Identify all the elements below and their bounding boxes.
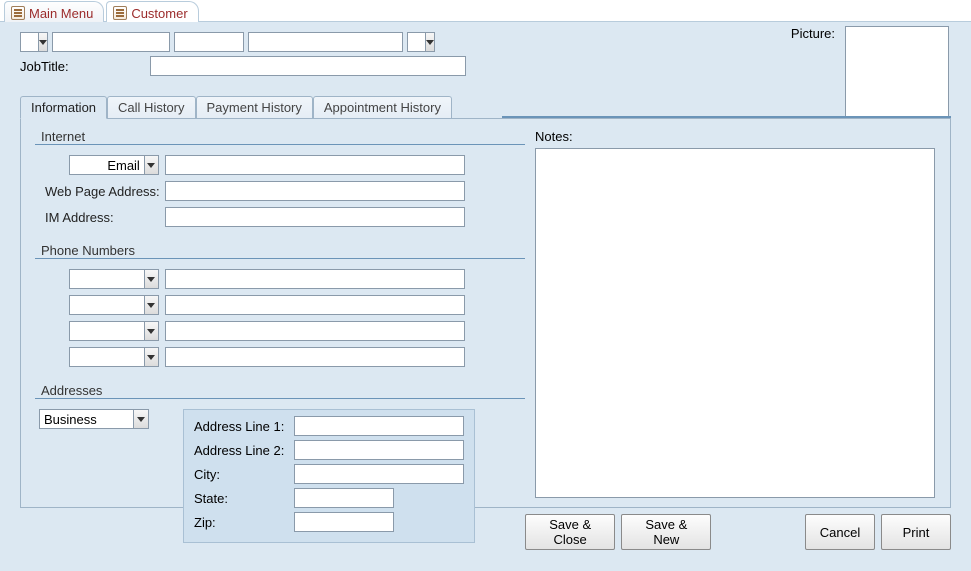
cancel-button[interactable]: Cancel [805, 514, 875, 550]
im-input[interactable] [165, 207, 465, 227]
inner-tabcontrol: Information Call History Payment History… [20, 96, 951, 508]
addr-line2-input[interactable] [294, 440, 464, 460]
save-new-button[interactable]: Save & New [621, 514, 711, 550]
group-label-phone: Phone Numbers [37, 243, 139, 258]
tab-call-history[interactable]: Call History [107, 96, 195, 118]
tab-payment-history[interactable]: Payment History [196, 96, 313, 118]
phone3-input[interactable] [165, 321, 465, 341]
form-icon [113, 6, 127, 20]
phone4-input[interactable] [165, 347, 465, 367]
middle-input[interactable] [174, 32, 244, 52]
phone2-input[interactable] [165, 295, 465, 315]
title-combo[interactable] [20, 32, 48, 52]
address-type-combo[interactable] [39, 409, 149, 429]
chevron-down-icon[interactable] [144, 322, 158, 340]
addr-state-label: State: [194, 491, 294, 506]
tab-appointment-history[interactable]: Appointment History [313, 96, 452, 118]
addr-zip-label: Zip: [194, 515, 294, 530]
group-label-addresses: Addresses [37, 383, 106, 398]
phone1-input[interactable] [165, 269, 465, 289]
window-tab-label: Main Menu [29, 6, 93, 21]
suffix-combo-input[interactable] [408, 33, 425, 51]
email-input[interactable] [165, 155, 465, 175]
phone2-type-combo[interactable] [69, 295, 159, 315]
chevron-down-icon[interactable] [144, 270, 158, 288]
addr-city-label: City: [194, 467, 294, 482]
button-bar: Save & Close Save & New Cancel Print [525, 514, 951, 550]
webpage-input[interactable] [165, 181, 465, 201]
group-divider [35, 398, 525, 399]
address-type-input[interactable] [40, 410, 133, 428]
phone1-type-combo[interactable] [69, 269, 159, 289]
address-panel: Address Line 1: Address Line 2: City: [183, 409, 475, 543]
addr-city-input[interactable] [294, 464, 464, 484]
title-combo-input[interactable] [21, 33, 38, 51]
firstname-input[interactable] [52, 32, 170, 52]
jobtitle-label: JobTitle: [20, 59, 140, 74]
suffix-combo[interactable] [407, 32, 435, 52]
lastname-input[interactable] [248, 32, 403, 52]
phone2-type-input[interactable] [70, 296, 144, 314]
phone4-type-input[interactable] [70, 348, 144, 366]
jobtitle-input[interactable] [150, 56, 466, 76]
tab-underline [502, 96, 951, 118]
tab-information[interactable]: Information [20, 96, 107, 119]
chevron-down-icon[interactable] [38, 33, 47, 51]
window-tabstrip: Main Menu Customer [0, 0, 971, 22]
phone3-type-combo[interactable] [69, 321, 159, 341]
phone3-type-input[interactable] [70, 322, 144, 340]
window-tab-customer[interactable]: Customer [106, 1, 198, 22]
im-label: IM Address: [35, 210, 165, 225]
save-close-button[interactable]: Save & Close [525, 514, 615, 550]
email-type-combo[interactable] [69, 155, 159, 175]
phone1-type-input[interactable] [70, 270, 144, 288]
notes-label: Notes: [535, 129, 936, 144]
group-divider [35, 144, 525, 145]
form-icon [11, 6, 25, 20]
chevron-down-icon[interactable] [133, 410, 148, 428]
group-divider [35, 258, 525, 259]
chevron-down-icon[interactable] [144, 348, 158, 366]
webpage-label: Web Page Address: [35, 184, 165, 199]
email-type-input[interactable] [70, 156, 144, 174]
picture-label: Picture: [791, 26, 835, 41]
window-tab-main-menu[interactable]: Main Menu [4, 1, 104, 22]
group-label-internet: Internet [37, 129, 89, 144]
addr-state-input[interactable] [294, 488, 394, 508]
addr-line1-input[interactable] [294, 416, 464, 436]
chevron-down-icon[interactable] [144, 296, 158, 314]
addr-line1-label: Address Line 1: [194, 419, 294, 434]
chevron-down-icon[interactable] [425, 33, 434, 51]
form-body: Picture: JobTitle: Information Call Hist… [0, 22, 971, 571]
window-tab-label: Customer [131, 6, 187, 21]
notes-textarea[interactable] [535, 148, 935, 498]
chevron-down-icon[interactable] [144, 156, 158, 174]
phone4-type-combo[interactable] [69, 347, 159, 367]
addr-zip-input[interactable] [294, 512, 394, 532]
addr-line2-label: Address Line 2: [194, 443, 294, 458]
print-button[interactable]: Print [881, 514, 951, 550]
